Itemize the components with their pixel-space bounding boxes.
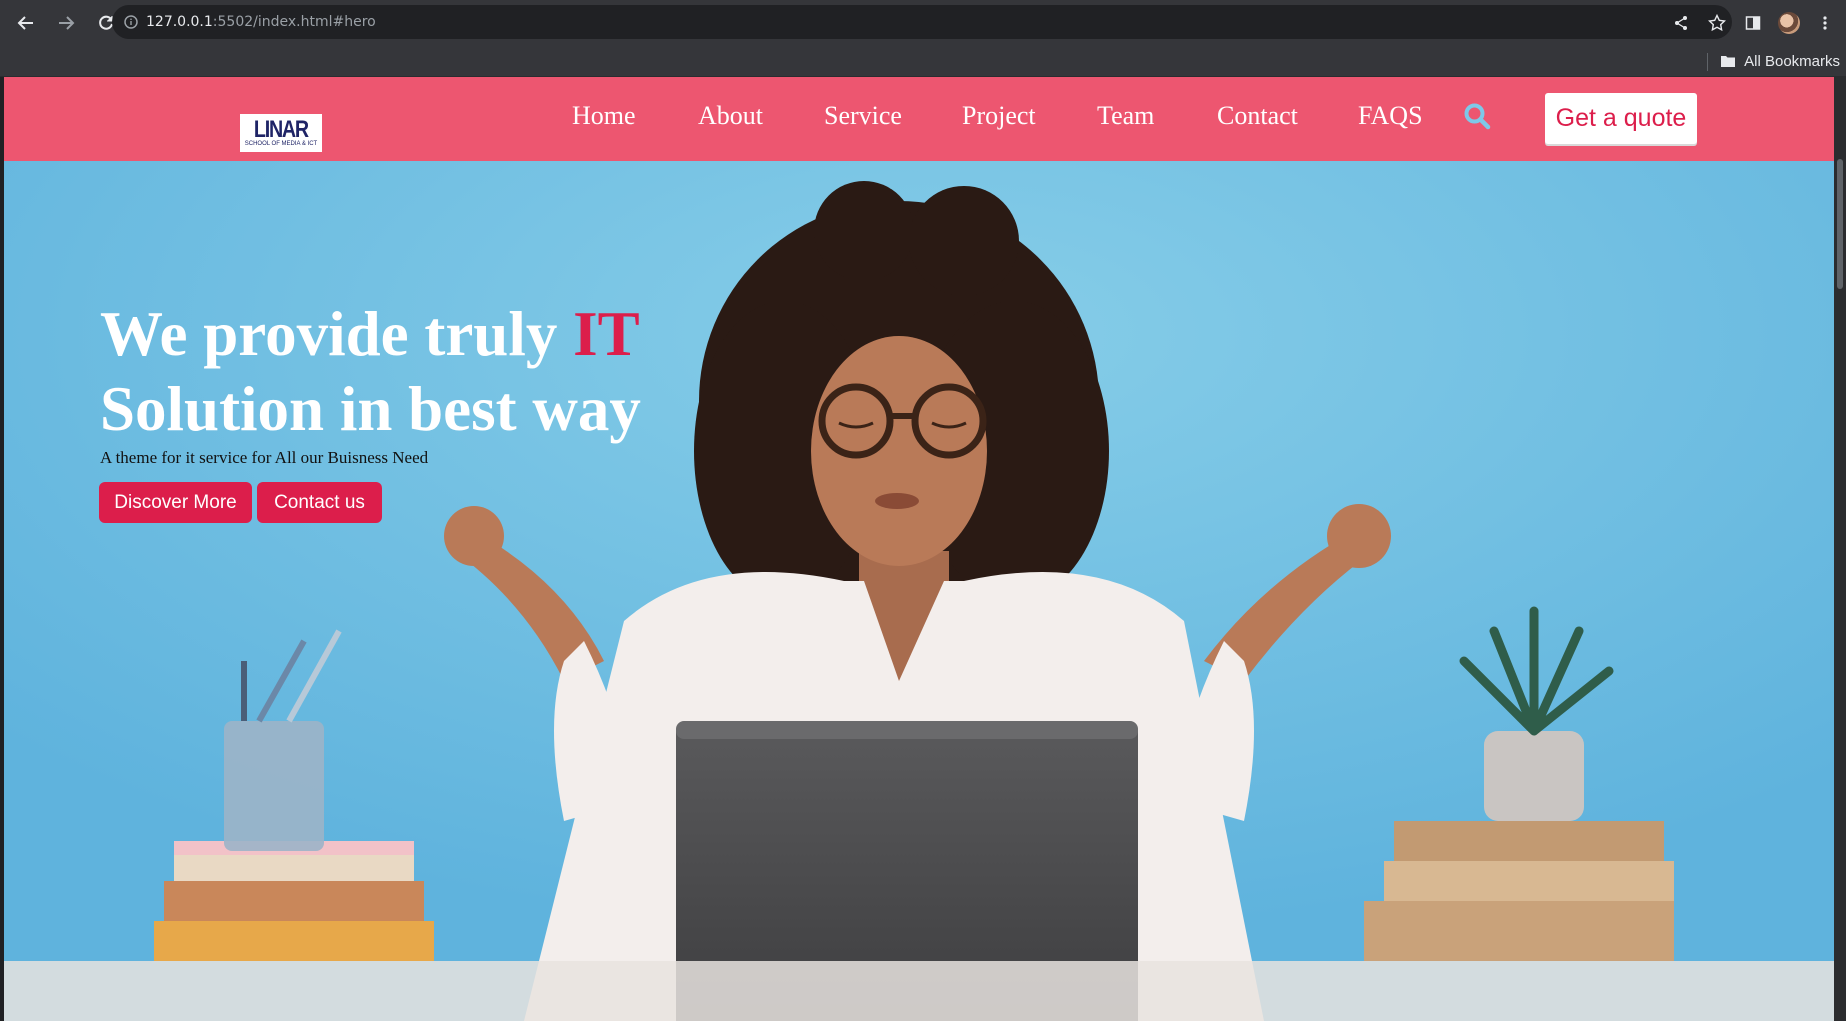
scrollbar-thumb[interactable]: [1837, 159, 1843, 289]
info-icon[interactable]: [124, 15, 138, 29]
get-quote-button[interactable]: Get a quote: [1545, 93, 1697, 144]
folder-icon: [1721, 56, 1736, 67]
page-scrollbar[interactable]: [1834, 77, 1846, 1021]
nav-about[interactable]: About: [698, 101, 763, 131]
menu-icon[interactable]: [1810, 8, 1840, 38]
all-bookmarks-button[interactable]: All Bookmarks: [1720, 50, 1840, 72]
back-button[interactable]: [8, 5, 44, 41]
logo-text: LINAR: [254, 115, 309, 143]
contact-us-button[interactable]: Contact us: [257, 482, 382, 523]
nav-home[interactable]: Home: [572, 101, 636, 131]
site-logo[interactable]: LINAR SCHOOL OF MEDIA & ICT: [240, 114, 322, 152]
address-bar[interactable]: 127.0.0.1 :5502/index.html#hero: [112, 5, 1732, 39]
url-host: 127.0.0.1: [146, 14, 213, 30]
hero-title-part2: Solution in best way: [100, 374, 641, 444]
hero-section: We provide truly IT Solution in best way…: [4, 161, 1834, 1021]
nav-contact[interactable]: Contact: [1217, 101, 1298, 131]
hero-title-part1: We provide truly: [100, 299, 574, 369]
avatar-icon: [1778, 11, 1800, 34]
page-viewport: LINAR SCHOOL OF MEDIA & ICT Home About S…: [4, 77, 1834, 1021]
share-icon[interactable]: [1666, 8, 1696, 38]
site-header: LINAR SCHOOL OF MEDIA & ICT Home About S…: [4, 77, 1834, 161]
nav-team[interactable]: Team: [1097, 101, 1154, 131]
search-icon: [1464, 103, 1491, 130]
star-icon[interactable]: [1702, 8, 1732, 38]
side-panel-icon[interactable]: [1738, 8, 1768, 38]
search-button[interactable]: [1463, 102, 1491, 135]
browser-actions: [1666, 0, 1846, 45]
hero-image: [4, 161, 1834, 1021]
hero-title: We provide truly IT Solution in best way: [100, 297, 800, 447]
all-bookmarks-label: All Bookmarks: [1744, 52, 1840, 70]
browser-chrome: 127.0.0.1 :5502/index.html#hero All Book…: [0, 0, 1846, 77]
bookmarks-bar: All Bookmarks: [0, 45, 1846, 77]
bookmarks-divider: [1707, 53, 1708, 71]
nav-project[interactable]: Project: [962, 101, 1036, 131]
url-path: :5502/index.html#hero: [212, 14, 376, 30]
arrow-left-icon: [17, 15, 33, 30]
arrow-right-icon: [59, 15, 75, 30]
discover-more-button[interactable]: Discover More: [99, 482, 252, 523]
nav-service[interactable]: Service: [824, 101, 902, 131]
hero-subtitle: A theme for it service for All our Buisn…: [100, 448, 429, 467]
profile-avatar[interactable]: [1774, 8, 1804, 38]
forward-button[interactable]: [48, 5, 84, 41]
nav-faqs[interactable]: FAQS: [1358, 101, 1423, 131]
hero-title-highlight: IT: [573, 299, 640, 369]
